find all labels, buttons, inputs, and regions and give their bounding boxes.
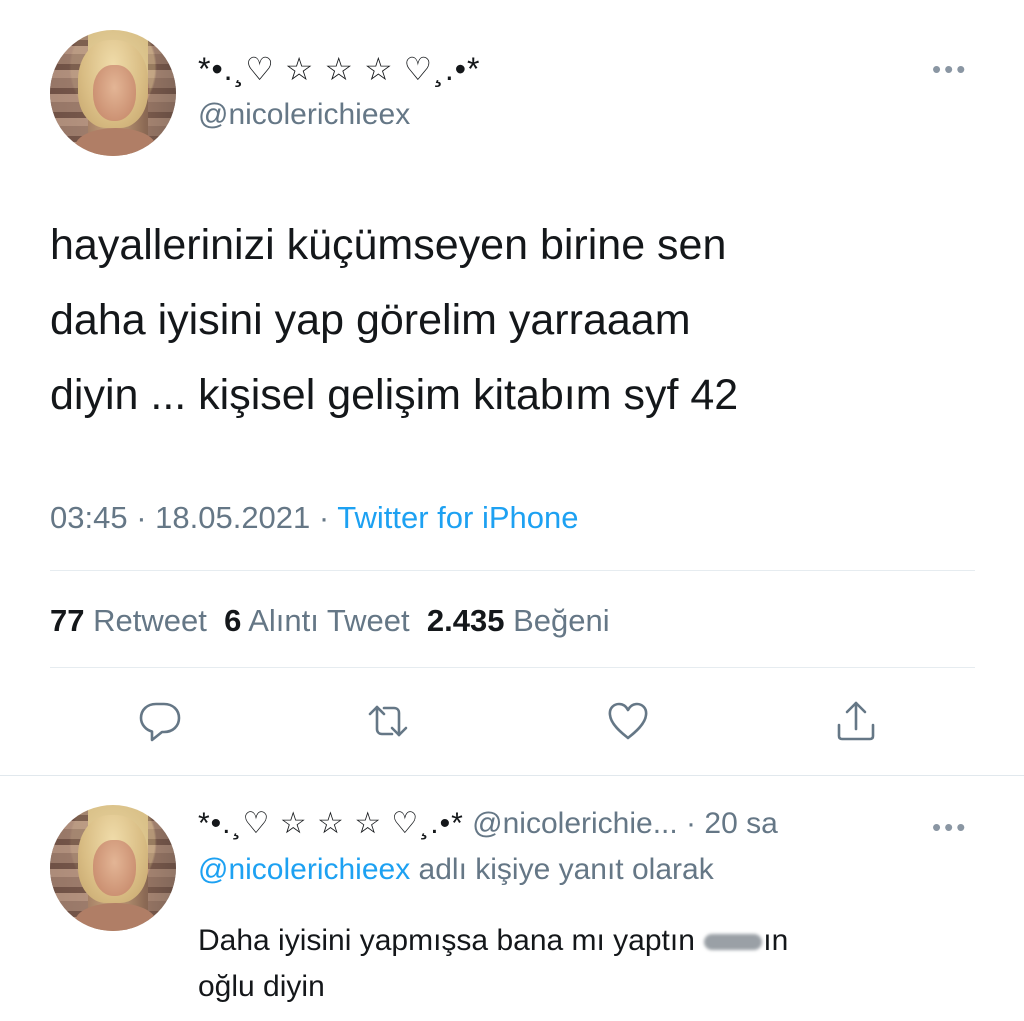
reply-more-options-icon[interactable]: ••• bbox=[932, 812, 968, 843]
likes-label: Beğeni bbox=[513, 603, 610, 638]
tweet-timestamp: 03:45 · 18.05.2021 · Twitter for iPhone bbox=[50, 500, 578, 536]
retweets-stat[interactable]: 77 Retweet bbox=[50, 603, 207, 638]
censored-word bbox=[704, 934, 763, 951]
reply-text-after: ın bbox=[763, 924, 789, 957]
tweet-stats: 77 Retweet 6 Alıntı Tweet 2.435 Beğeni bbox=[50, 603, 610, 639]
divider bbox=[50, 570, 975, 571]
reply-author-name[interactable]: *•.¸♡ ☆ ☆ ☆ ♡¸.•* bbox=[198, 807, 464, 840]
author-handle[interactable]: @nicolerichieex bbox=[198, 98, 410, 132]
reply-age[interactable]: · 20 sa bbox=[678, 807, 778, 840]
quotes-stat[interactable]: 6 Alıntı Tweet bbox=[224, 603, 410, 638]
like-button[interactable] bbox=[604, 697, 652, 745]
share-icon bbox=[837, 701, 875, 741]
retweets-label: Retweet bbox=[93, 603, 207, 638]
reply-text-before: Daha iyisini yapmışsa bana mı yaptın bbox=[198, 924, 704, 957]
author-avatar[interactable] bbox=[50, 30, 176, 156]
retweet-button[interactable] bbox=[364, 697, 412, 745]
likes-stat[interactable]: 2.435 Beğeni bbox=[427, 603, 610, 638]
divider bbox=[50, 667, 975, 668]
quotes-count: 6 bbox=[224, 603, 242, 638]
tweet-time: 03:45 · 18.05.2021 · bbox=[50, 500, 338, 535]
section-divider bbox=[0, 775, 1024, 776]
reply-header: *•.¸♡ ☆ ☆ ☆ ♡¸.•* @nicolerichie... · 20 … bbox=[198, 806, 778, 841]
likes-count: 2.435 bbox=[426, 603, 505, 638]
more-options-icon[interactable]: ••• bbox=[932, 54, 968, 85]
retweet-icon bbox=[368, 705, 408, 737]
reply-icon bbox=[139, 702, 181, 742]
reply-author-avatar[interactable] bbox=[50, 805, 176, 931]
reply-author-handle[interactable]: @nicolerichie... bbox=[472, 807, 678, 840]
replying-to-handle[interactable]: @nicolerichieex bbox=[198, 853, 410, 886]
replying-to: @nicolerichieex adlı kişiye yanıt olarak bbox=[198, 853, 714, 887]
quotes-label: Alıntı Tweet bbox=[248, 603, 410, 638]
share-button[interactable] bbox=[832, 697, 880, 745]
reply-button[interactable] bbox=[136, 697, 184, 745]
tweet-text: hayallerinizi küçümseyen birine sen daha… bbox=[50, 221, 739, 419]
tweet-source-link[interactable]: Twitter for iPhone bbox=[337, 500, 578, 535]
retweets-count: 77 bbox=[50, 603, 85, 638]
replying-to-suffix: adlı kişiye yanıt olarak bbox=[410, 853, 714, 886]
reply-text-line2: oğlu diyin bbox=[198, 970, 325, 1003]
author-name[interactable]: *•.¸♡ ☆ ☆ ☆ ♡¸.•* bbox=[198, 50, 480, 88]
like-icon bbox=[608, 702, 648, 740]
reply-text-line1: Daha iyisini yapmışsa bana mı yaptın ın bbox=[198, 918, 988, 964]
reply-text: Daha iyisini yapmışsa bana mı yaptın ın … bbox=[198, 918, 988, 1010]
